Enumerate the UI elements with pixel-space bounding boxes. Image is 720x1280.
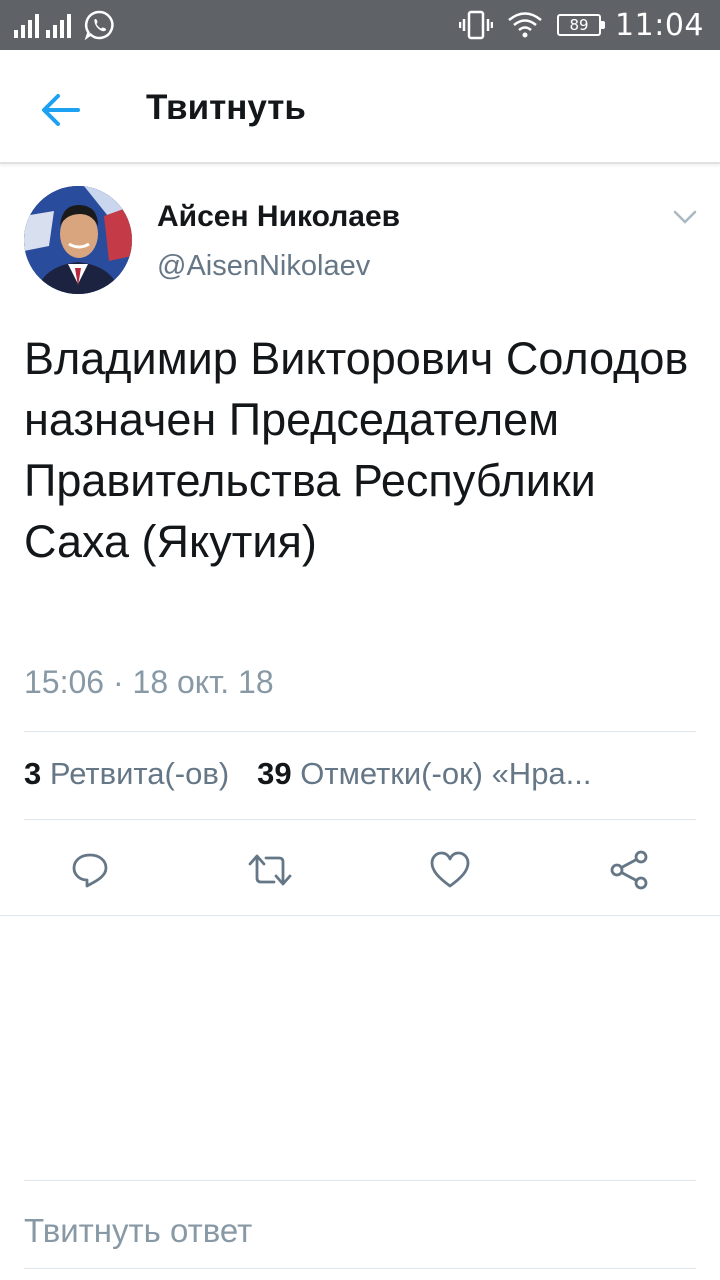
reply-input[interactable]: Твитнуть ответ: [24, 1212, 252, 1250]
share-button[interactable]: [597, 838, 661, 902]
divider: [24, 819, 696, 820]
retweet-button[interactable]: [238, 838, 302, 902]
retweet-label: Ретвита(-ов): [49, 756, 230, 791]
retweet-count: 3: [24, 756, 42, 791]
battery-level: 89: [569, 16, 589, 34]
vibrate-icon: [459, 10, 494, 40]
tweet-actions: [0, 838, 720, 902]
signal-icon: [14, 12, 71, 38]
page-title: Твитнуть: [146, 88, 306, 127]
retweet-stat[interactable]: 3 Ретвита(-ов): [24, 756, 229, 792]
reply-button[interactable]: [58, 838, 122, 902]
divider: [24, 1268, 696, 1269]
avatar[interactable]: [24, 186, 132, 294]
reply-icon: [72, 853, 108, 888]
avatar-photo: [24, 186, 132, 294]
divider: [24, 1180, 696, 1181]
tweet-options-button[interactable]: [668, 200, 702, 234]
wifi-icon: [508, 12, 542, 38]
tweet-timestamp: 15:06 · 18 окт. 18: [24, 664, 274, 700]
author-name[interactable]: Айсен Николаев: [157, 200, 400, 234]
divider: [24, 731, 696, 732]
like-count: 39: [257, 756, 292, 791]
divider: [0, 915, 720, 916]
like-label: Отметки(-ок) «Нра...: [300, 756, 592, 791]
like-button[interactable]: [418, 838, 482, 902]
heart-icon: [430, 851, 470, 888]
status-right: 89 11:04: [459, 7, 704, 43]
tweet-text: Владимир Викторович Солодов назначен Пре…: [24, 333, 689, 567]
chevron-down-icon: [673, 210, 697, 224]
whatsapp-icon: [84, 10, 114, 41]
status-left: [14, 9, 115, 41]
tweet-stats: 3 Ретвита(-ов) 39 Отметки(-ок) «Нра...: [24, 756, 684, 792]
share-icon: [610, 850, 648, 890]
retweet-icon: [248, 854, 292, 886]
status-bar: 89 11:04: [0, 0, 720, 50]
status-clock: 11:04: [615, 7, 704, 43]
arrow-left-icon: [42, 94, 80, 126]
app-bar: Твитнуть: [0, 50, 720, 164]
like-stat[interactable]: 39 Отметки(-ок) «Нра...: [257, 756, 591, 792]
back-button[interactable]: [34, 84, 86, 136]
author-handle[interactable]: @AisenNikolaev: [157, 250, 370, 283]
battery-icon: 89: [557, 14, 606, 36]
